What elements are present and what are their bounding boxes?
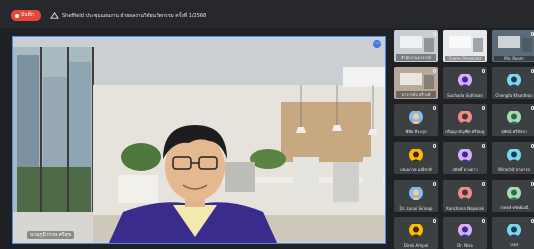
mic-icon — [433, 106, 436, 110]
more-options-icon[interactable]: ⋯ — [373, 40, 381, 48]
mic-icon — [433, 219, 436, 223]
avatar — [458, 73, 472, 87]
avatar — [409, 110, 423, 124]
participant-tile[interactable]: Direk Ampol — [394, 217, 438, 249]
avatar — [409, 148, 423, 162]
participant-name: Suchada Suthisan — [447, 93, 483, 98]
participant-name: พิชิต ธีระกุล — [405, 129, 427, 134]
participant-tile[interactable]: Chengfa Khunthon — [492, 67, 534, 99]
participant-tile[interactable]: ปริญญาบัญฑิต ศรีสมบูรณ์ — [443, 104, 487, 136]
mic-icon — [482, 106, 485, 110]
participant-name: Dr. Lanai Sirinop — [399, 206, 433, 211]
participant-tile[interactable]: พิชิต ธีระกุล — [394, 104, 438, 136]
mic-icon — [482, 69, 485, 73]
participant-name: วรพงษ์ ทรัพย์มณี — [499, 205, 529, 210]
avatar — [458, 223, 472, 237]
avatar — [409, 186, 423, 200]
participant-tile[interactable]: อาจารย์จ ศรีวงศ์ — [394, 67, 438, 99]
participant-tile[interactable]: วรดร — [492, 217, 534, 249]
participant-tile[interactable]: Suchada Suthisan — [443, 67, 487, 99]
participant-name: เสมอภาค มณีชาติ — [400, 167, 432, 172]
avatar — [507, 73, 521, 87]
avatar — [458, 148, 472, 162]
participant-tile[interactable]: สำนักงานอาจารย์ — [394, 30, 438, 62]
main-speaker-video[interactable]: ⋯ นายภูมิวรรษ ศรีสุข — [12, 36, 386, 244]
mic-icon — [482, 219, 485, 223]
avatar — [507, 223, 521, 237]
participant-tile[interactable]: Kanchana Noparak — [443, 180, 487, 212]
participant-tile[interactable]: Teams Presenter — [443, 30, 487, 62]
speaker-name-label: นายภูมิวรรษ ศรีสุข — [27, 231, 75, 239]
avatar — [409, 223, 423, 237]
meeting-title: Sheffield ประชุมแผนงาน ฝ่ายผลงานวิจัยนวั… — [62, 13, 207, 19]
participant-name: ปริญญาบัญฑิต ศรีสมบูรณ์ — [445, 129, 485, 134]
participant-name: Kanchana Noparak — [446, 206, 484, 211]
screen-share-icon[interactable] — [50, 11, 59, 20]
participant-name: สมิทธิ์ ดวงดาว — [452, 167, 478, 172]
mic-icon — [433, 144, 436, 148]
participant-name: สำนักงานอาจารย์ — [396, 54, 436, 61]
participant-tile[interactable]: วรพงษ์ ทรัพย์มณี — [492, 180, 534, 212]
mic-icon — [433, 182, 436, 186]
mic-icon — [482, 32, 485, 36]
participant-name: อาจารย์จ ศรีวงศ์ — [396, 91, 436, 98]
participant-tile[interactable]: Dr. Nisa — [443, 217, 487, 249]
mic-icon — [482, 182, 485, 186]
avatar — [507, 186, 521, 200]
participant-name: Chengfa Khunthon — [495, 93, 533, 98]
avatar — [507, 148, 521, 162]
avatar — [458, 186, 472, 200]
participant-tile[interactable]: Mic Room — [492, 30, 534, 62]
mic-icon — [433, 69, 436, 73]
mic-icon — [482, 144, 485, 148]
avatar — [507, 110, 521, 124]
top-bar: บันทึก Sheffield ประชุมแผนงาน ฝ่ายผลงานว… — [0, 0, 534, 28]
recording-label: บันทึก — [21, 12, 34, 18]
avatar — [458, 110, 472, 124]
record-dot-icon — [15, 13, 19, 18]
participant-tile[interactable]: Dr. Lanai Sirinop — [394, 180, 438, 212]
participant-tile[interactable]: สุทัศน์ ศรีสัจจา — [492, 104, 534, 136]
speaker-video-frame — [13, 37, 385, 243]
participant-name: Wirachit สามารถ — [498, 167, 530, 172]
participant-name: สุทัศน์ ศรีสัจจา — [501, 129, 527, 134]
participant-name: Mic Room — [494, 56, 534, 61]
participant-name: วรดร — [509, 242, 519, 247]
participant-tile[interactable]: สมิทธิ์ ดวงดาว — [443, 142, 487, 174]
mic-icon — [433, 32, 436, 36]
participant-name: Teams Presenter — [445, 56, 485, 61]
participant-tile[interactable]: Wirachit สามารถ — [492, 142, 534, 174]
participant-tile[interactable]: เสมอภาค มณีชาติ — [394, 142, 438, 174]
recording-badge[interactable]: บันทึก — [11, 10, 41, 21]
